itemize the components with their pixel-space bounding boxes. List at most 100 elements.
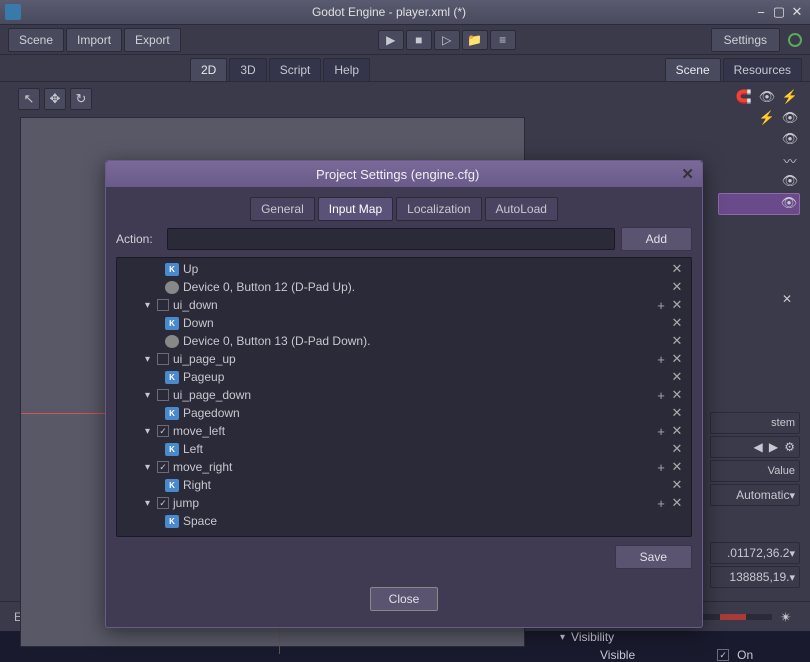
plus-icon[interactable]: + (653, 388, 669, 403)
action-checkbox[interactable] (157, 425, 169, 437)
action-input[interactable] (167, 228, 615, 250)
prop-coord1[interactable]: .01172,36.2▾ (710, 542, 800, 564)
chevron-down-icon[interactable]: ▾ (145, 462, 157, 473)
remove-icon[interactable]: ✕ (669, 495, 685, 511)
dtab-autoload[interactable]: AutoLoad (485, 197, 558, 221)
magnet-icon[interactable]: 🧲 (734, 88, 754, 106)
plus-icon[interactable]: + (653, 460, 669, 475)
next-icon[interactable]: ▶ (769, 440, 778, 454)
tree-row[interactable]: KLeft✕ (117, 440, 691, 458)
input-map-tree[interactable]: KUp✕Device 0, Button 12 (D-Pad Up).✕▾ui_… (116, 257, 692, 537)
menu-import[interactable]: Import (66, 28, 122, 52)
tree-row[interactable]: ▾ui_down+✕ (117, 296, 691, 314)
remove-icon[interactable]: ✕ (669, 387, 685, 403)
tree-row[interactable]: KPageup✕ (117, 368, 691, 386)
tree-row[interactable]: ▾jump+✕ (117, 494, 691, 512)
dialog-close-icon[interactable]: ✕ (681, 165, 694, 183)
tab-3d[interactable]: 3D (229, 58, 266, 81)
select-tool-icon[interactable]: ↖ (18, 88, 40, 110)
prev-icon[interactable]: ◀ (754, 440, 763, 454)
close-icon[interactable]: ✕ (789, 4, 805, 20)
remove-icon[interactable]: ✕ (669, 297, 685, 313)
save-button[interactable]: Save (615, 545, 692, 569)
menu-export[interactable]: Export (124, 28, 181, 52)
lightning-icon[interactable]: ⚡ (780, 88, 800, 106)
menu-scene[interactable]: Scene (8, 28, 64, 52)
remove-icon[interactable]: ✕ (669, 333, 685, 349)
stop-icon[interactable]: ■ (406, 30, 432, 50)
remove-icon[interactable]: ✕ (669, 351, 685, 367)
chevron-down-icon[interactable]: ▾ (145, 426, 157, 437)
tree-item-label: Down (183, 316, 669, 330)
plus-icon[interactable]: + (653, 352, 669, 367)
tree-row[interactable]: ▾ui_page_down+✕ (117, 386, 691, 404)
tree-row[interactable]: KUp✕ (117, 260, 691, 278)
folder-icon[interactable]: 📁 (462, 30, 488, 50)
dtab-localization[interactable]: Localization (396, 197, 481, 221)
action-checkbox[interactable] (157, 461, 169, 473)
remove-icon[interactable]: ✕ (669, 423, 685, 439)
visibility-icon[interactable]: 👁 (780, 109, 800, 127)
tree-row[interactable]: ▾move_right+✕ (117, 458, 691, 476)
close-button[interactable]: Close (370, 587, 439, 611)
chevron-down-icon[interactable]: ▾ (145, 354, 157, 365)
prop-stem[interactable]: stem (710, 412, 800, 434)
play-icon[interactable]: ▶ (378, 30, 404, 50)
play-scene-icon[interactable]: ▷ (434, 30, 460, 50)
settings-button[interactable]: Settings (711, 28, 780, 52)
tab-2d[interactable]: 2D (190, 58, 227, 81)
action-checkbox[interactable] (157, 299, 169, 311)
add-button[interactable]: Add (621, 227, 692, 251)
tab-resources[interactable]: Resources (723, 58, 802, 81)
remove-icon[interactable]: ✕ (669, 405, 685, 421)
dtab-general[interactable]: General (250, 197, 315, 221)
link-icon[interactable]: 〰 (780, 151, 800, 169)
chevron-down-icon[interactable]: ▾ (560, 632, 565, 643)
chevron-down-icon[interactable]: ▾ (145, 498, 157, 509)
tab-scene[interactable]: Scene (665, 58, 721, 81)
tree-row[interactable]: Device 0, Button 13 (D-Pad Down).✕ (117, 332, 691, 350)
move-tool-icon[interactable]: ✥ (44, 88, 66, 110)
remove-icon[interactable]: ✕ (669, 315, 685, 331)
action-checkbox[interactable] (157, 389, 169, 401)
visibility2-icon[interactable]: 👁 (780, 130, 800, 148)
tree-row[interactable]: KDown✕ (117, 314, 691, 332)
visibility4-icon[interactable]: 👁 (779, 194, 799, 212)
dialog-titlebar[interactable]: Project Settings (engine.cfg) ✕ (106, 161, 702, 187)
tree-row[interactable]: KRight✕ (117, 476, 691, 494)
visibility3-icon[interactable]: 👁 (780, 172, 800, 190)
rotate-tool-icon[interactable]: ↻ (70, 88, 92, 110)
action-checkbox[interactable] (157, 353, 169, 365)
chevron-down-icon[interactable]: ▾ (145, 390, 157, 401)
eye-icon[interactable]: 👁 (757, 88, 777, 106)
tab-script[interactable]: Script (269, 58, 322, 81)
dtab-input-map[interactable]: Input Map (318, 197, 393, 221)
remove-icon[interactable]: ✕ (669, 279, 685, 295)
maximize-icon[interactable]: ▢ (771, 4, 787, 20)
list-icon[interactable]: ≡ (490, 30, 516, 50)
prop-automatic[interactable]: Automatic▾ (710, 484, 800, 506)
plus-icon[interactable]: + (653, 298, 669, 313)
prop-coord2[interactable]: 138885,19.▾ (710, 566, 800, 588)
selected-node-bar[interactable]: 👁 (718, 193, 800, 215)
remove-icon[interactable]: ✕ (669, 441, 685, 457)
minimize-icon[interactable]: − (753, 4, 769, 20)
remove-icon[interactable]: ✕ (669, 477, 685, 493)
tree-row[interactable]: KSpace (117, 512, 691, 530)
chevron-down-icon[interactable]: ▾ (145, 300, 157, 311)
tree-row[interactable]: Device 0, Button 12 (D-Pad Up).✕ (117, 278, 691, 296)
tree-row[interactable]: KPagedown✕ (117, 404, 691, 422)
remove-icon[interactable]: ✕ (669, 459, 685, 475)
action-checkbox[interactable] (157, 497, 169, 509)
visible-checkbox[interactable] (717, 649, 729, 661)
panel-close-icon[interactable]: ✕ (782, 292, 792, 306)
remove-icon[interactable]: ✕ (669, 261, 685, 277)
tab-help[interactable]: Help (323, 58, 370, 81)
remove-icon[interactable]: ✕ (669, 369, 685, 385)
plus-icon[interactable]: + (653, 496, 669, 511)
plus-icon[interactable]: + (653, 424, 669, 439)
gear-icon[interactable]: ⚙ (784, 440, 795, 454)
lightning2-icon[interactable]: ⚡ (757, 109, 777, 127)
tree-row[interactable]: ▾move_left+✕ (117, 422, 691, 440)
tree-row[interactable]: ▾ui_page_up+✕ (117, 350, 691, 368)
